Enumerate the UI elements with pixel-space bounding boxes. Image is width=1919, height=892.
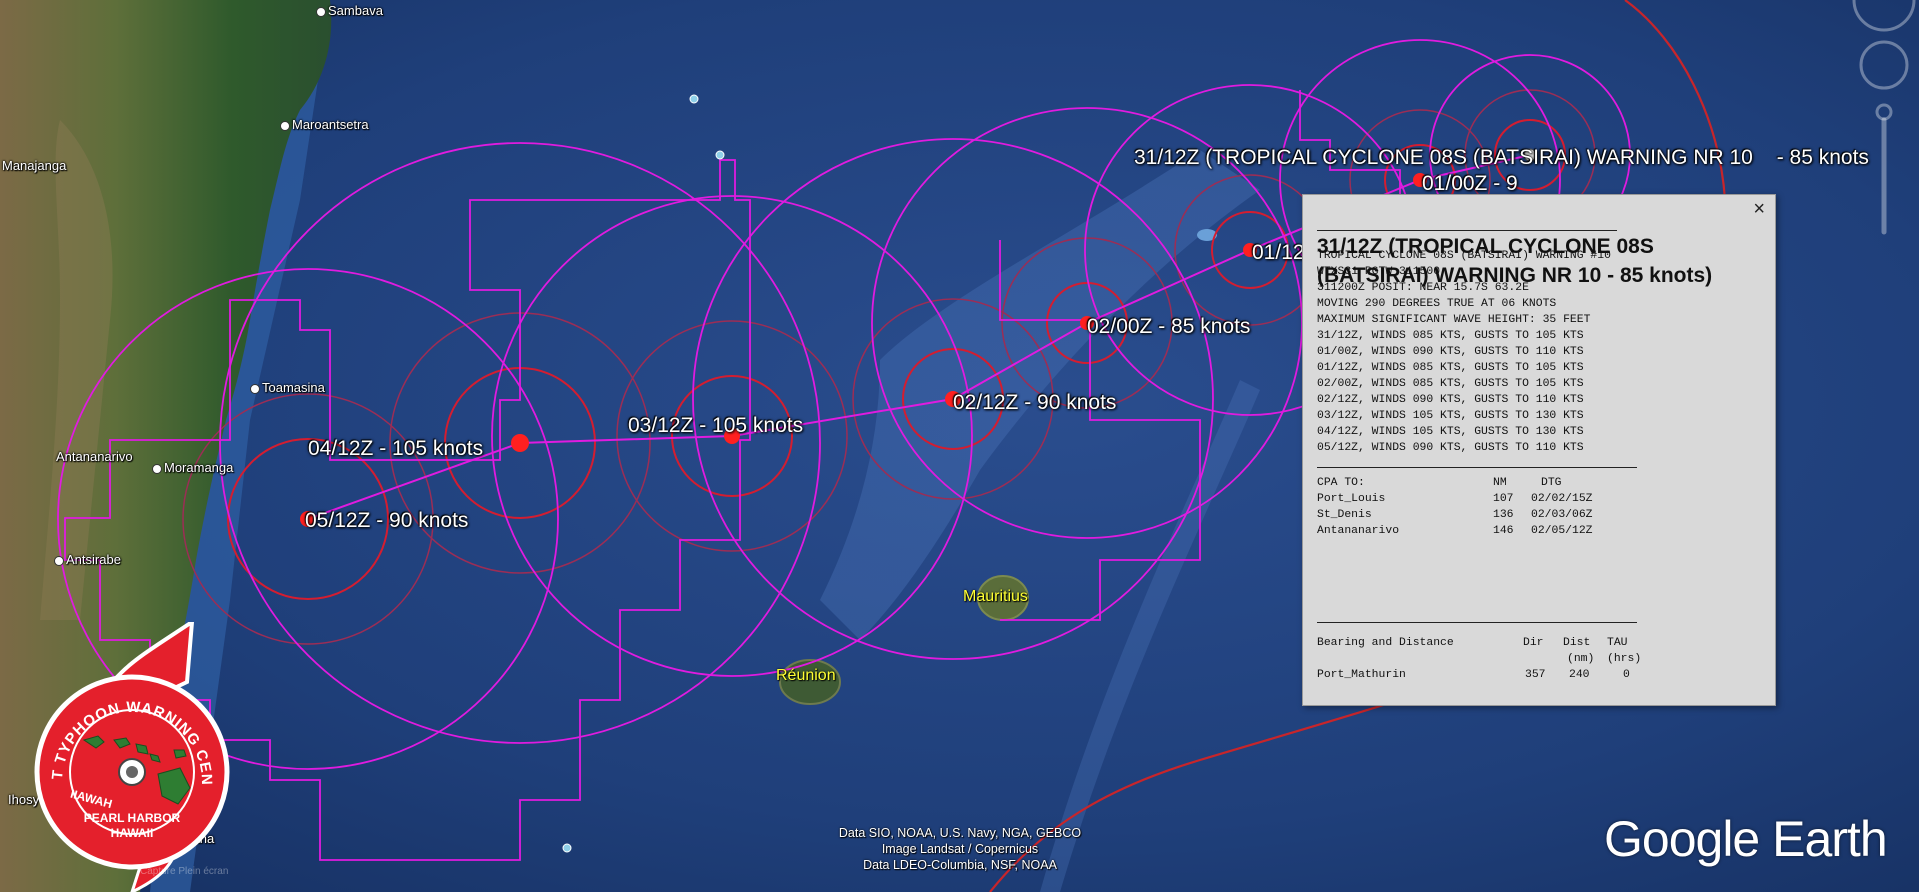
bearing-table: Bearing and Distance Dir Dist TAU (nm) (… [1317, 635, 1641, 695]
popup-rule [1317, 622, 1637, 623]
attribution-line-1: Data SIO, NOAA, U.S. Navy, NGA, GEBCO [838, 826, 1082, 840]
popup-line: 02/12Z, WINDS 090 KTS, GUSTS TO 110 KTS [1317, 394, 1584, 406]
cpa-header-nm: NM [1493, 477, 1507, 489]
forecast-label-04-12z[interactable]: 04/12Z - 105 knots [308, 437, 483, 461]
cpa-row-dtg: 02/03/06Z [1531, 509, 1593, 521]
island-label-reunion[interactable]: Réunion [776, 667, 836, 685]
place-pin-icon [54, 555, 64, 566]
popup-line: MOVING 290 DEGREES TRUE AT 06 KNOTS [1317, 298, 1557, 310]
place-pin-icon [250, 383, 260, 394]
cpa-row-dtg: 02/05/12Z [1531, 525, 1593, 537]
jtwc-logo: JOINT TYPHOON WARNING CENTER PEARL HARBO… [32, 622, 230, 892]
place-manajanga[interactable]: Manajanga [2, 158, 66, 173]
cpa-row-nm: 136 [1493, 509, 1514, 521]
forecast-label-01-00z[interactable]: 01/00Z - 9 [1422, 172, 1518, 196]
attribution-line-3: Data LDEO-Columbia, NSF, NOAA [863, 858, 1057, 872]
island-label-mauritius[interactable]: Mauritius [963, 588, 1028, 606]
cpa-header-dtg: DTG [1541, 477, 1562, 489]
bearing-header-title: Bearing and Distance [1317, 637, 1454, 649]
popup-top-rule [1317, 230, 1617, 231]
compass-ring[interactable] [1852, 0, 1916, 32]
zoom-handle[interactable] [1875, 103, 1893, 121]
warning-info-popup[interactable]: × 31/12Z (TROPICAL CYCLONE 08S (BATSIRAI… [1302, 194, 1776, 706]
cpa-row-nm: 107 [1493, 493, 1514, 505]
cpa-row-place: St_Denis [1317, 509, 1372, 521]
bearing-row-tau: 0 [1623, 669, 1630, 681]
logo-faded-caption: Capture Plein écran [140, 866, 229, 877]
look-joystick[interactable] [1859, 40, 1909, 90]
close-icon[interactable]: × [1753, 196, 1765, 222]
popup-line: TROPICAL CYCLONE 08S (BATSIRAI) WARNING … [1317, 250, 1611, 262]
popup-line: 05/12Z, WINDS 090 KTS, GUSTS TO 110 KTS [1317, 442, 1584, 454]
place-pin-icon [280, 120, 290, 131]
popup-line: 311200Z POSIT: NEAR 15.7S 63.2E [1317, 282, 1529, 294]
popup-line: MAXIMUM SIGNIFICANT WAVE HEIGHT: 35 FEET [1317, 314, 1591, 326]
forecast-label-03-12z[interactable]: 03/12Z - 105 knots [628, 414, 803, 438]
place-pin-icon [316, 6, 326, 17]
place-moramanga[interactable]: Moramanga [152, 460, 233, 475]
bearing-subheader-hrs: (hrs) [1607, 653, 1642, 665]
popup-line: 31/12Z, WINDS 085 KTS, GUSTS TO 105 KTS [1317, 330, 1584, 342]
popup-line: 02/00Z, WINDS 085 KTS, GUSTS TO 105 KTS [1317, 378, 1584, 390]
attribution-line-2: Image Landsat / Copernicus [881, 842, 1039, 856]
cpa-row-dtg: 02/02/15Z [1531, 493, 1593, 505]
bearing-row-dir: 357 [1525, 669, 1546, 681]
popup-line: 03/12Z, WINDS 105 KTS, GUSTS TO 130 KTS [1317, 410, 1584, 422]
place-toamasina[interactable]: Toamasina [250, 380, 325, 395]
cpa-row-place: Port_Louis [1317, 493, 1386, 505]
bearing-subheader-nm: (nm) [1567, 653, 1595, 665]
place-sambava[interactable]: Sambava [316, 3, 383, 18]
bearing-row-dist: 240 [1569, 669, 1590, 681]
forecast-label-02-12z[interactable]: 02/12Z - 90 knots [953, 391, 1116, 415]
cpa-header-to: CPA TO: [1317, 477, 1365, 489]
popup-line: 01/12Z, WINDS 085 KTS, GUSTS TO 105 KTS [1317, 362, 1584, 374]
bearing-header-tau: TAU [1607, 637, 1628, 649]
popup-rule [1317, 467, 1637, 468]
place-pin-icon [152, 463, 162, 474]
place-antsirabe[interactable]: Antsirabe [54, 552, 121, 567]
logo-line2: HAWAII [111, 826, 154, 840]
forecast-label-05-12z[interactable]: 05/12Z - 90 knots [305, 509, 468, 533]
cpa-row-place: Antananarivo [1317, 525, 1400, 537]
popup-line: 01/00Z, WINDS 090 KTS, GUSTS TO 110 KTS [1317, 346, 1584, 358]
popup-line: WTXS31 PGTW 311500 [1317, 266, 1441, 278]
place-antananarivo[interactable]: Antananarivo [56, 449, 133, 464]
forecast-header-label[interactable]: 31/12Z (TROPICAL CYCLONE 08S (BATSIRAI) … [1134, 146, 1869, 170]
forecast-label-02-00z[interactable]: 02/00Z - 85 knots [1087, 315, 1250, 339]
google-earth-logo: Google Earth [1604, 811, 1888, 867]
map-attribution: Data SIO, NOAA, U.S. Navy, NGA, GEBCO Im… [800, 825, 1120, 873]
bearing-header-dir: Dir [1523, 637, 1544, 649]
forecast-label-01-12z[interactable]: 01/12 [1252, 241, 1305, 265]
place-maroantsetra[interactable]: Maroantsetra [280, 117, 369, 132]
navigation-control[interactable] [1828, 0, 1919, 250]
bearing-header-dist: Dist [1563, 637, 1591, 649]
bearing-row-place: Port_Mathurin [1317, 669, 1406, 681]
cpa-row-nm: 146 [1493, 525, 1514, 537]
popup-line: 04/12Z, WINDS 105 KTS, GUSTS TO 130 KTS [1317, 426, 1584, 438]
cpa-table: CPA TO: NM DTG Port_Louis 107 02/02/15Z … [1317, 475, 1637, 545]
logo-line1: PEARL HARBOR [84, 811, 181, 825]
